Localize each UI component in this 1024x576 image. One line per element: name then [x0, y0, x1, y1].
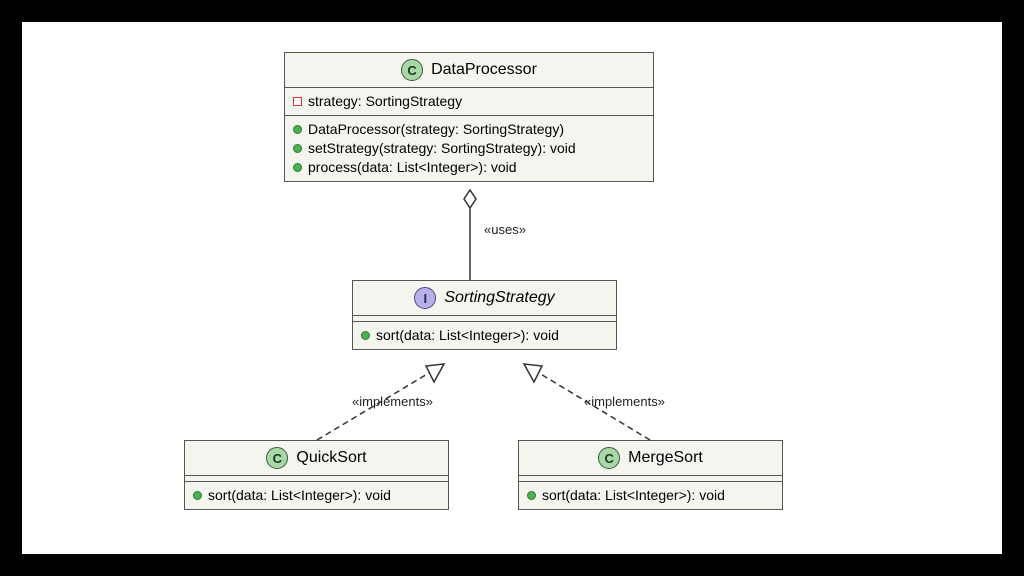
method-sig: process(data: List<Integer>): void [308, 158, 517, 177]
class-dataprocessor: C DataProcessor strategy: SortingStrateg… [284, 52, 654, 182]
realization-arrow-icon [524, 364, 542, 382]
method-sig: DataProcessor(strategy: SortingStrategy) [308, 120, 564, 139]
class-name: DataProcessor [431, 61, 537, 79]
class-name: QuickSort [296, 449, 366, 467]
class-quicksort: C QuickSort sort(data: List<Integer>): v… [184, 440, 449, 510]
method-row: DataProcessor(strategy: SortingStrategy) [293, 120, 645, 139]
field-sig: strategy: SortingStrategy [308, 92, 462, 111]
class-title: C QuickSort [185, 441, 448, 476]
class-title: C DataProcessor [285, 53, 653, 88]
relation-label-uses: «uses» [482, 222, 528, 237]
method-sig: sort(data: List<Integer>): void [376, 326, 559, 345]
methods-section: DataProcessor(strategy: SortingStrategy)… [285, 116, 653, 181]
method-sig: sort(data: List<Integer>): void [542, 486, 725, 505]
visibility-public-icon [193, 491, 202, 500]
aggregation-diamond-icon [464, 190, 476, 208]
class-title: C MergeSort [519, 441, 782, 476]
relation-label-implements: «implements» [350, 394, 435, 409]
visibility-public-icon [293, 144, 302, 153]
visibility-public-icon [293, 125, 302, 134]
method-row: process(data: List<Integer>): void [293, 158, 645, 177]
visibility-public-icon [361, 331, 370, 340]
class-name: SortingStrategy [444, 289, 554, 307]
class-icon: C [598, 447, 620, 469]
class-icon: C [401, 59, 423, 81]
interface-icon: I [414, 287, 436, 309]
method-sig: setStrategy(strategy: SortingStrategy): … [308, 139, 576, 158]
methods-section: sort(data: List<Integer>): void [185, 482, 448, 509]
method-row: sort(data: List<Integer>): void [527, 486, 774, 505]
realization-arrow-icon [426, 364, 444, 382]
visibility-public-icon [293, 163, 302, 172]
method-row: sort(data: List<Integer>): void [361, 326, 608, 345]
class-mergesort: C MergeSort sort(data: List<Integer>): v… [518, 440, 783, 510]
method-sig: sort(data: List<Integer>): void [208, 486, 391, 505]
relation-label-implements: «implements» [582, 394, 667, 409]
method-row: sort(data: List<Integer>): void [193, 486, 440, 505]
field-row: strategy: SortingStrategy [293, 92, 645, 111]
fields-section: strategy: SortingStrategy [285, 88, 653, 116]
interface-sortingstrategy: I SortingStrategy sort(data: List<Intege… [352, 280, 617, 350]
diagram-canvas: C DataProcessor strategy: SortingStrateg… [22, 22, 1002, 554]
visibility-public-icon [527, 491, 536, 500]
method-row: setStrategy(strategy: SortingStrategy): … [293, 139, 645, 158]
visibility-private-icon [293, 97, 302, 106]
methods-section: sort(data: List<Integer>): void [519, 482, 782, 509]
class-title: I SortingStrategy [353, 281, 616, 316]
class-icon: C [266, 447, 288, 469]
methods-section: sort(data: List<Integer>): void [353, 322, 616, 349]
class-name: MergeSort [628, 449, 703, 467]
